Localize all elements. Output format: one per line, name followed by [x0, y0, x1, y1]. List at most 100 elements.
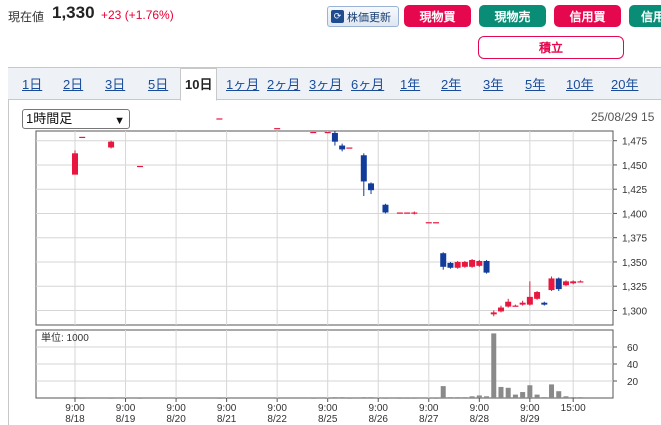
price-y-tick-label: 1,375	[622, 234, 647, 245]
volume-bar	[570, 397, 576, 398]
x-tick-date-label: 8/19	[116, 414, 136, 425]
volume-bar	[274, 398, 280, 399]
candle-up	[519, 302, 526, 305]
candle-up	[577, 281, 584, 283]
price-y-tick-label: 1,350	[622, 258, 647, 269]
candle-up	[411, 212, 418, 214]
candle-down	[555, 278, 562, 290]
x-tick-time-label: 9:00	[217, 403, 237, 414]
volume-bar	[137, 398, 143, 399]
volume-bar	[368, 397, 374, 398]
volume-bar	[382, 398, 388, 399]
volume-bar	[433, 398, 439, 399]
candle-down	[382, 204, 389, 213]
volume-bar	[447, 397, 453, 398]
price-y-tick-label: 1,325	[622, 282, 647, 293]
volume-bar	[426, 398, 432, 399]
candle-up	[534, 292, 541, 299]
candle-up	[454, 261, 461, 268]
volume-bar	[484, 396, 490, 398]
x-tick-time-label: 9:00	[267, 403, 287, 414]
candle-down	[447, 262, 454, 268]
price-y-tick-label: 1,400	[622, 209, 647, 220]
price-plot-frame	[35, 130, 614, 326]
volume-bar	[491, 333, 497, 398]
candle-up	[274, 128, 281, 130]
x-tick-time-label: 9:00	[116, 403, 136, 414]
candle-down	[339, 145, 346, 150]
x-tick-date-label: 8/26	[369, 414, 389, 425]
x-tick-date-label: 8/25	[318, 414, 338, 425]
x-tick-time-label: 9:00	[520, 403, 540, 414]
candle-down	[483, 260, 490, 273]
volume-bar	[541, 397, 547, 398]
volume-bar	[527, 385, 533, 398]
candle-up	[324, 131, 331, 134]
volume-y-tick-label: 40	[627, 360, 639, 371]
candle-up	[310, 131, 317, 134]
x-tick-time-label: 9:00	[166, 403, 186, 414]
volume-bar	[563, 396, 569, 398]
candle-up	[425, 222, 432, 224]
volume-bar	[310, 398, 316, 399]
volume-bar	[469, 396, 475, 398]
candle-up	[526, 296, 533, 305]
volume-bar	[462, 397, 468, 398]
volume-bar	[332, 397, 338, 398]
candle-up	[469, 260, 476, 267]
volume-bar	[411, 398, 417, 399]
volume-bar	[520, 392, 526, 398]
volume-bar	[404, 398, 410, 399]
volume-bar	[325, 398, 331, 399]
candle-up	[79, 136, 86, 139]
volume-bar	[556, 391, 562, 398]
candle-down	[541, 302, 548, 305]
x-tick-time-label: 9:00	[318, 403, 338, 414]
x-tick-date-label: 8/22	[267, 414, 287, 425]
volume-bar	[498, 386, 504, 398]
candle-up	[548, 278, 555, 291]
x-tick-date-label: 8/27	[419, 414, 439, 425]
volume-bar	[455, 397, 461, 398]
candle-down	[368, 183, 375, 191]
candle-up	[570, 281, 577, 284]
x-tick-date-label: 8/20	[166, 414, 186, 425]
volume-bar	[79, 398, 85, 399]
volume-bar	[339, 397, 345, 398]
candle-up	[476, 260, 483, 266]
volume-bar	[361, 397, 367, 398]
x-tick-date-label: 8/18	[65, 414, 85, 425]
candle-up	[433, 222, 439, 224]
x-tick-date-label: 8/29	[520, 414, 540, 425]
x-tick-time-label: 9:00	[470, 403, 490, 414]
candle-up	[490, 312, 497, 315]
candle-up	[72, 153, 78, 175]
x-tick-time-label: 9:00	[419, 403, 439, 414]
candle-up	[396, 212, 403, 214]
volume-bar	[108, 398, 114, 399]
candle-up	[512, 305, 519, 307]
candle-up	[562, 281, 569, 286]
price-y-tick-label: 1,475	[622, 137, 647, 148]
price-y-tick-label: 1,425	[622, 185, 647, 196]
candle-down	[440, 253, 447, 267]
volume-y-tick-label: 60	[627, 343, 639, 354]
volume-bar	[549, 384, 555, 398]
volume-y-tick-label: 20	[627, 377, 639, 388]
candle-up	[497, 307, 504, 312]
x-tick-date-label: 8/21	[217, 414, 237, 425]
candle-up	[404, 212, 411, 214]
volume-bar	[505, 387, 511, 398]
candle-up	[346, 147, 353, 149]
volume-bar	[346, 398, 352, 399]
x-tick-time-label: 9:00	[65, 403, 85, 414]
candle-up	[108, 141, 115, 148]
price-chart: 1,475 1,450 1,425 1,400 1,375 1,350 1,325 1,300…	[35, 118, 647, 425]
candle-down	[331, 132, 338, 142]
candle-up	[461, 261, 468, 267]
volume-bar	[72, 397, 78, 398]
volume-bar	[397, 398, 403, 399]
price-y-tick-label: 1,300	[622, 306, 647, 317]
candle-up	[216, 118, 223, 120]
candle-up	[505, 301, 512, 307]
